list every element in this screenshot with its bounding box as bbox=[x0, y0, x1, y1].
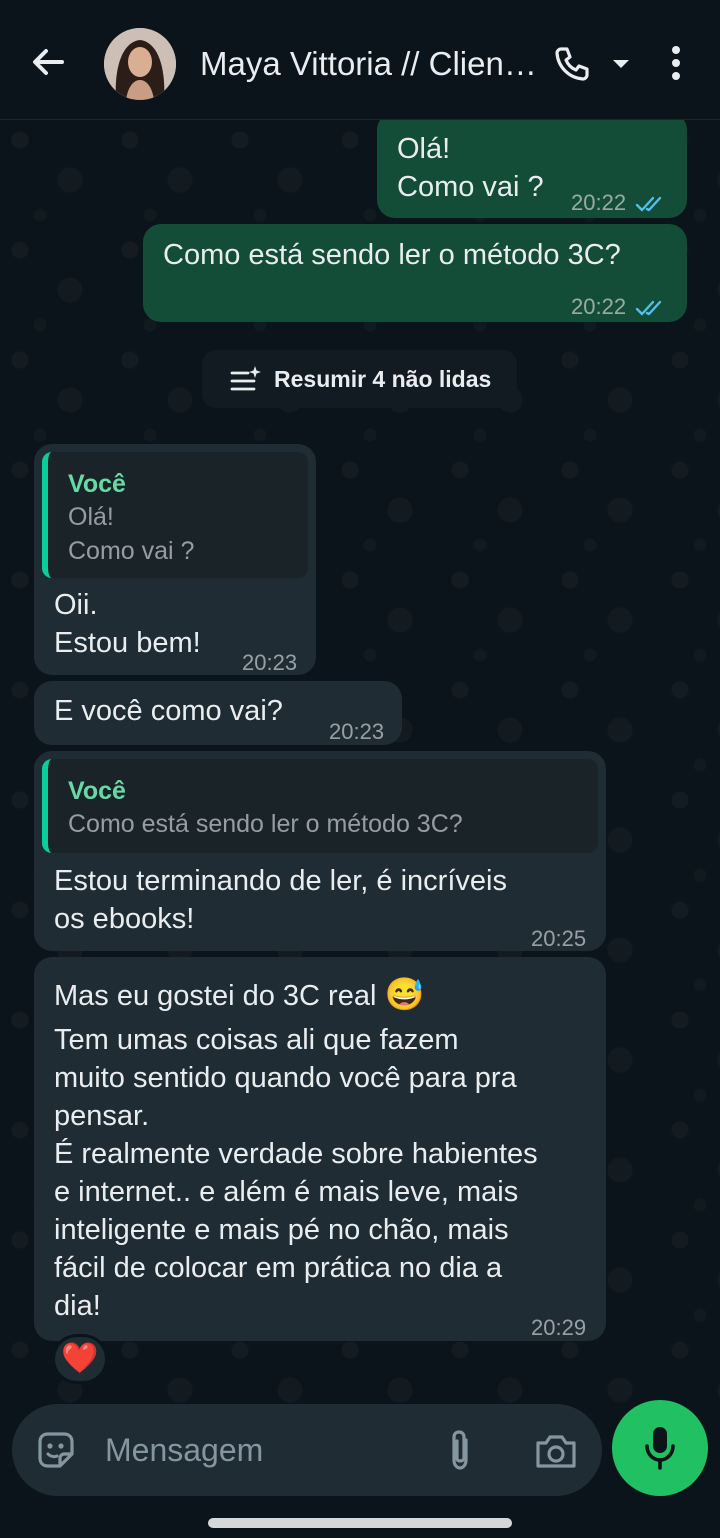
message-text: Tem umas coisas ali que fazem muito sent… bbox=[54, 1024, 538, 1322]
read-ticks-icon bbox=[635, 186, 667, 224]
read-ticks-icon bbox=[635, 290, 667, 328]
incoming-message[interactable]: Você Olá! Como vai ? Oii. Estou bem! 20:… bbox=[34, 444, 316, 675]
back-arrow-icon[interactable] bbox=[26, 40, 70, 84]
phone-icon[interactable] bbox=[552, 44, 592, 84]
message-input[interactable]: Mensagem bbox=[105, 1430, 263, 1470]
attach-icon[interactable] bbox=[442, 1428, 478, 1477]
message-text: Como está sendo ler o método 3C? bbox=[163, 239, 621, 271]
camera-icon[interactable] bbox=[534, 1432, 578, 1475]
avatar[interactable] bbox=[104, 28, 176, 100]
quoted-message[interactable]: Você Como está sendo ler o método 3C? bbox=[42, 759, 598, 853]
quote-text: Olá! Como vai ? bbox=[68, 503, 195, 565]
message-time: 20:22 bbox=[571, 190, 627, 215]
message-text: Oii. Estou bem! bbox=[54, 589, 201, 659]
outgoing-message[interactable]: Como está sendo ler o método 3C? 20:22 bbox=[143, 224, 687, 322]
message-text: Mas eu gostei do 3C real bbox=[54, 980, 377, 1012]
dropdown-caret-icon[interactable] bbox=[611, 57, 631, 71]
heart-reaction[interactable]: ❤️ bbox=[52, 1334, 108, 1384]
message-composer[interactable]: Mensagem bbox=[12, 1404, 602, 1496]
summarize-label: Resumir 4 não lidas bbox=[274, 366, 492, 392]
contact-name[interactable]: Maya Vittoria // Clien… bbox=[200, 42, 545, 86]
message-time: 20:23 bbox=[242, 650, 298, 675]
incoming-message[interactable]: Mas eu gostei do 3C real 😅 Tem umas cois… bbox=[34, 957, 606, 1341]
home-indicator[interactable] bbox=[208, 1518, 512, 1528]
summarize-icon bbox=[230, 364, 262, 399]
quoted-message[interactable]: Você Olá! Como vai ? bbox=[42, 452, 308, 578]
message-text: Olá! Como vai ? bbox=[397, 133, 544, 203]
incoming-message[interactable]: Você Como está sendo ler o método 3C? Es… bbox=[34, 751, 606, 951]
message-time: 20:22 bbox=[571, 294, 627, 319]
message-text: E você como vai? bbox=[54, 695, 283, 727]
message-time: 20:23 bbox=[329, 719, 385, 744]
incoming-message[interactable]: E você como vai? 20:23 bbox=[34, 681, 402, 745]
message-time: 20:25 bbox=[531, 926, 587, 951]
outgoing-message[interactable]: Olá! Como vai ? 20:22 bbox=[377, 112, 687, 218]
message-time: 20:29 bbox=[531, 1315, 587, 1340]
quote-author: Você bbox=[68, 777, 126, 805]
message-first-line: Mas eu gostei do 3C real 😅 bbox=[54, 975, 424, 1015]
quote-text: Como está sendo ler o método 3C? bbox=[68, 810, 463, 838]
summarize-unread-button[interactable]: Resumir 4 não lidas bbox=[202, 350, 517, 408]
sweat-smile-emoji: 😅 bbox=[384, 976, 425, 1012]
quote-author: Você bbox=[68, 470, 126, 498]
voice-record-button[interactable] bbox=[612, 1400, 708, 1496]
message-text: Estou terminando de ler, é incríveis os … bbox=[54, 865, 507, 935]
more-vert-icon[interactable] bbox=[666, 44, 686, 84]
microphone-icon bbox=[642, 1424, 678, 1477]
chat-header: Maya Vittoria // Clien… bbox=[0, 0, 720, 120]
sticker-icon[interactable] bbox=[34, 1428, 78, 1477]
